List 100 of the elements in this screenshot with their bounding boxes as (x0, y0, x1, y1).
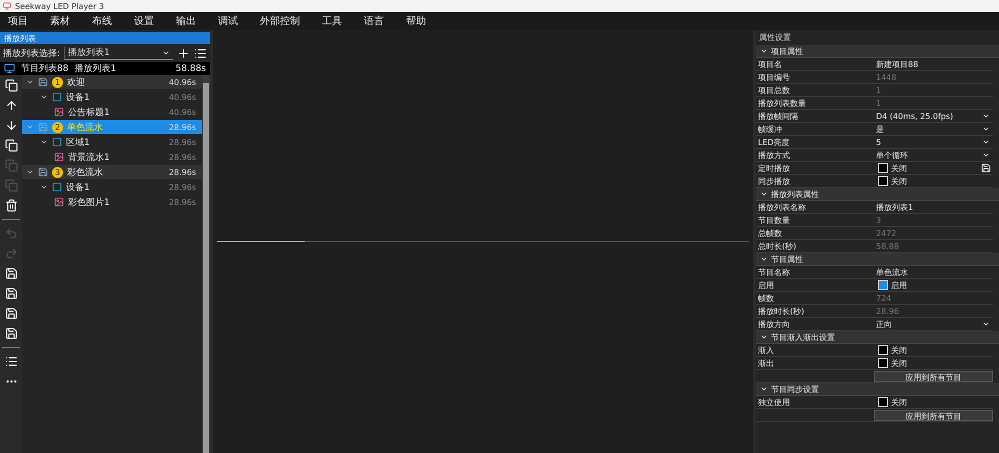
checkbox[interactable] (878, 397, 888, 407)
add-icon[interactable] (177, 46, 190, 60)
property-value[interactable]: 单色流水 (876, 266, 993, 278)
menu-item[interactable]: 项目 (8, 14, 28, 28)
area-row[interactable]: 设备1 28.96s (22, 180, 202, 194)
program-name: 单色流水 (67, 122, 104, 134)
checkbox-label: 启用 (891, 280, 907, 290)
menu-item[interactable]: 语言 (364, 14, 384, 28)
menu-item[interactable]: 布线 (92, 14, 112, 28)
collapse-icon (760, 333, 768, 341)
sort-icon[interactable] (194, 46, 207, 60)
menu-item[interactable]: 外部控制 (260, 14, 300, 28)
property-label: 总时长(秒) (757, 240, 798, 252)
checkbox-label: 关闭 (891, 162, 907, 174)
menu-item[interactable]: 设置 (134, 14, 154, 28)
checkbox-label: 关闭 (891, 396, 907, 408)
section-header[interactable]: 节目同步设置 (756, 383, 999, 396)
duration: 40.96s (168, 108, 196, 116)
playlist-name: 播放列表1 (74, 62, 118, 75)
delete-icon[interactable] (4, 199, 18, 212)
property-value: 724 (876, 294, 892, 302)
media-row[interactable]: 彩色图片1 28.96s (22, 195, 202, 209)
apply-button[interactable]: 应用到所有节目 (874, 410, 993, 420)
property-label: 帧数 (757, 292, 775, 304)
property-label: 渐入 (757, 344, 775, 356)
property-dropdown[interactable]: 是 (876, 124, 993, 134)
property-value: 28.96 (876, 306, 900, 316)
section-header[interactable]: 节目属性 (756, 253, 999, 266)
area-row[interactable]: 设备1 40.96s (22, 90, 202, 104)
area-name: 区域1 (66, 136, 91, 148)
property-label: 节目名称 (757, 266, 791, 278)
menu-item[interactable]: 输出 (176, 14, 196, 28)
apply-button[interactable]: 应用到所有节目 (874, 370, 993, 382)
media-row[interactable]: 背景流水1 28.96s (22, 150, 202, 164)
menu-item[interactable]: 调试 (218, 14, 238, 28)
section-header[interactable]: 项目属性 (756, 45, 999, 58)
checkbox[interactable] (878, 345, 888, 355)
property-label: 播放方向 (757, 318, 791, 330)
media-name: 背景流水1 (68, 152, 111, 164)
section-header[interactable]: 播放列表属性 (756, 188, 999, 201)
collapse-icon (760, 255, 768, 263)
menu-item[interactable]: 工具 (322, 14, 342, 28)
program-row[interactable]: 2 单色流水 28.96s (22, 120, 202, 134)
selector-label: 播放列表选择: (3, 48, 60, 60)
property-value: 58.88 (876, 242, 900, 250)
screen-name: 节目列表88 (21, 62, 68, 75)
checkbox[interactable] (878, 358, 888, 368)
scrollbar[interactable] (202, 75, 210, 453)
duration: 40.96s (168, 92, 196, 102)
property-label: 渐出 (757, 358, 775, 368)
program-number: 1 (52, 76, 63, 88)
property-value[interactable]: 新建项目88 (876, 58, 993, 70)
move-up-icon[interactable] (4, 99, 18, 112)
property-label: 项目编号 (757, 72, 791, 82)
duration: 40.96s (168, 78, 196, 86)
property-label: 播放列表数量 (757, 98, 807, 108)
property-value: 3 (876, 216, 882, 224)
move-down-icon[interactable] (4, 119, 18, 132)
collapse-icon (760, 190, 768, 198)
app-icon (3, 2, 11, 10)
panel-header: 播放列表 (0, 32, 210, 44)
property-label: 播放列表名称 (757, 202, 807, 212)
window-title: Seekway LED Player 3 (15, 2, 104, 10)
area-icon (52, 137, 62, 147)
checkbox[interactable] (878, 176, 888, 186)
list-icon[interactable] (4, 355, 18, 368)
property-dropdown[interactable]: 正向 (876, 318, 993, 330)
property-dropdown[interactable]: 5 (876, 138, 993, 146)
duration: 28.96s (168, 138, 196, 146)
duration: 28.96s (168, 122, 196, 132)
checkbox[interactable] (878, 280, 888, 290)
property-label: 同步播放 (757, 176, 791, 186)
checkbox-label: 关闭 (891, 176, 907, 186)
property-value: 1 (876, 98, 882, 108)
panel-title: 属性设置 (758, 32, 792, 44)
property-dropdown[interactable]: 单个循环 (876, 150, 993, 160)
area-icon (52, 182, 62, 192)
caret-icon (982, 320, 990, 328)
area-name: 设备1 (66, 92, 91, 104)
menu-item[interactable]: 素材 (50, 14, 70, 28)
duration: 28.96s (168, 152, 196, 162)
program-row[interactable]: 1 欢迎 40.96s (22, 75, 202, 89)
section-header[interactable]: 节目渐入渐出设置 (756, 331, 999, 344)
collapse-icon (760, 47, 768, 55)
save-icon[interactable] (4, 327, 18, 340)
schedule-icon[interactable] (981, 163, 991, 173)
checkbox[interactable] (878, 163, 888, 173)
program-row[interactable]: 3 彩色流水 28.96s (22, 165, 202, 179)
save-icon[interactable] (4, 307, 18, 320)
property-label: 项目总数 (757, 84, 791, 96)
menu-item[interactable]: 帮助 (406, 14, 426, 28)
area-row[interactable]: 区域1 28.96s (22, 135, 202, 149)
media-icon (54, 107, 64, 117)
playlist-dropdown[interactable]: 播放列表1 (64, 46, 173, 60)
property-dropdown[interactable]: D4 (40ms, 25.0fps) (876, 112, 993, 120)
media-row[interactable]: 公告标题1 40.96s (22, 105, 202, 119)
property-value[interactable]: 播放列表1 (876, 202, 993, 212)
property-label: 播放方式 (757, 150, 791, 160)
property-label: 帧缓冲 (757, 124, 783, 134)
property-label: 总帧数 (757, 228, 783, 238)
